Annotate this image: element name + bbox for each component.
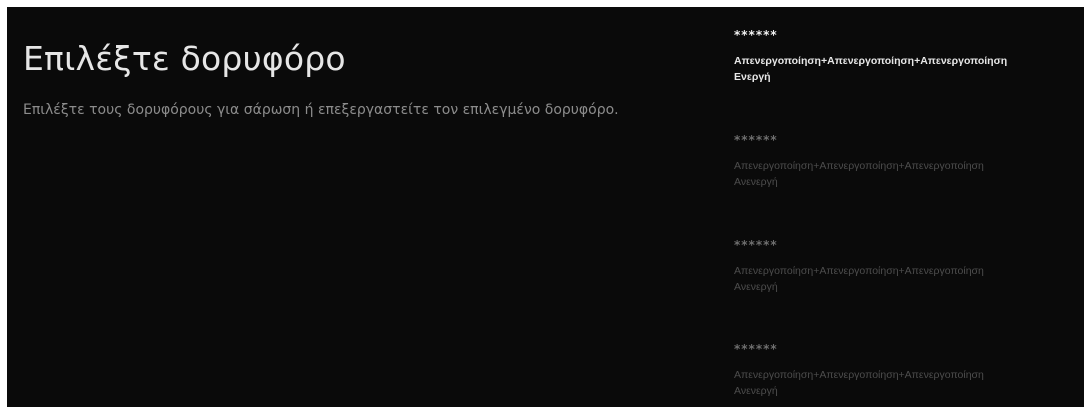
satellite-item[interactable]: ****** Απενεργοποίηση+Απενεργοποίηση+Απε… xyxy=(734,237,1079,295)
satellite-item[interactable]: ****** Απενεργοποίηση+Απενεργοποίηση+Απε… xyxy=(734,341,1079,399)
satellite-status-line: Απενεργοποίηση+Απενεργοποίηση+Απενεργοπο… xyxy=(734,160,984,172)
satellite-item[interactable]: ****** Απενεργοποίηση+Απενεργοποίηση+Απε… xyxy=(734,27,1079,85)
satellite-name: ****** xyxy=(734,28,778,42)
satellite-status-line: Ανενεργή xyxy=(734,385,778,397)
page-title: Επιλέξτε δορυφόρο xyxy=(23,39,346,78)
tv-screen: Επιλέξτε δορυφόρο Επιλέξτε τους δορυφόρο… xyxy=(7,7,1084,407)
satellite-status: Απενεργοποίηση+Απενεργοποίηση+Απενεργοπο… xyxy=(734,367,1079,399)
satellite-status-line: Απενεργοποίηση+Απενεργοποίηση+Απενεργοπο… xyxy=(734,369,984,381)
satellite-status: Απενεργοποίηση+Απενεργοποίηση+Απενεργοπο… xyxy=(734,53,1079,85)
satellite-name: ****** xyxy=(734,133,778,147)
satellite-status: Απενεργοποίηση+Απενεργοποίηση+Απενεργοπο… xyxy=(734,158,1079,190)
satellite-status-line: Απενεργοποίηση+Απενεργοποίηση+Απενεργοπο… xyxy=(734,55,1008,67)
satellite-status-line: Ανενεργή xyxy=(734,176,778,188)
satellite-list: ****** Απενεργοποίηση+Απενεργοποίηση+Απε… xyxy=(734,7,1079,407)
satellite-status-line: Ανενεργή xyxy=(734,281,778,293)
satellite-name: ****** xyxy=(734,238,778,252)
satellite-status-line: Απενεργοποίηση+Απενεργοποίηση+Απενεργοπο… xyxy=(734,265,984,277)
satellite-name: ****** xyxy=(734,342,778,356)
satellite-item[interactable]: ****** Απενεργοποίηση+Απενεργοποίηση+Απε… xyxy=(734,132,1079,190)
satellite-status: Απενεργοποίηση+Απενεργοποίηση+Απενεργοπο… xyxy=(734,263,1079,295)
page-description: Επιλέξτε τους δορυφόρους για σάρωση ή επ… xyxy=(23,102,619,118)
satellite-status-line: Ενεργή xyxy=(734,71,771,83)
